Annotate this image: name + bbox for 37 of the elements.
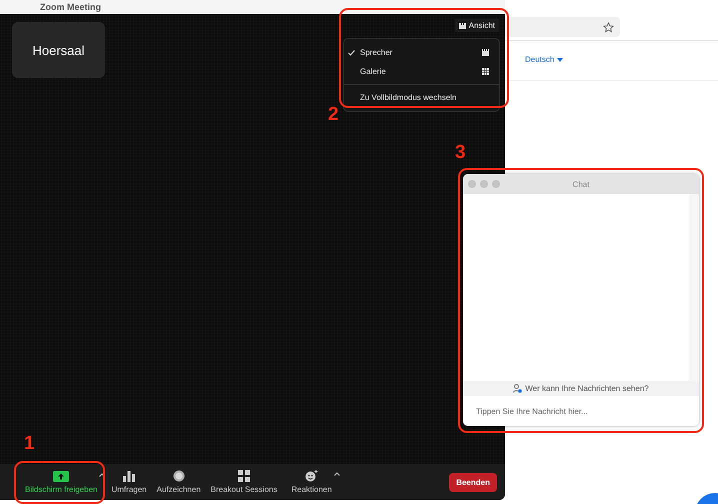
chat-title: Chat [572, 180, 590, 188]
annotation-number: 2 [328, 104, 339, 126]
chat-input-field[interactable]: Tippen Sie Ihre Nachricht hier... [463, 396, 699, 426]
zoom-dot-icon[interactable] [492, 180, 500, 188]
bar-chart-icon [123, 470, 136, 482]
minimize-dot-icon[interactable] [480, 180, 488, 188]
view-menu-item[interactable]: Galerie [344, 62, 499, 81]
window-title: Zoom Meeting [40, 2, 101, 12]
caret-icon[interactable] [99, 472, 106, 476]
close-dot-icon[interactable] [468, 180, 476, 188]
privacy-hint[interactable]: Wer kann Ihre Nachrichten sehen? [463, 381, 699, 396]
fullscreen-menu-item[interactable]: Zu Vollbildmodus wechseln [344, 88, 499, 107]
privacy-hint-text: Wer kann Ihre Nachrichten sehen? [525, 384, 649, 393]
view-icon [458, 22, 466, 28]
address-bar[interactable] [505, 17, 620, 37]
speaker-view-icon [482, 49, 489, 56]
end-meeting-button[interactable]: Beenden [449, 472, 497, 492]
toolbar-button[interactable]: Breakout Sessions [206, 470, 282, 494]
annotation-number: 3 [455, 142, 466, 164]
smiley-plus-icon [305, 470, 318, 482]
share-screen-icon [53, 470, 70, 482]
toolbar-button[interactable]: Aufzeichnen [152, 470, 206, 494]
star-icon[interactable] [603, 22, 614, 32]
toolbar-button[interactable]: Reaktionen [282, 470, 341, 494]
caret-icon[interactable] [334, 472, 340, 476]
record-icon [172, 470, 185, 482]
toolbar-button[interactable]: Bildschirm freigeben [16, 470, 106, 494]
language-link[interactable]: Deutsch [525, 55, 563, 64]
grid-icon [238, 470, 250, 482]
toolbar-button[interactable]: Umfragen [106, 470, 152, 494]
annotation-number: 1 [24, 433, 35, 455]
view-menu-item[interactable]: Sprecher [344, 43, 499, 62]
person-icon [513, 384, 522, 393]
dropdown-arrow-icon [556, 58, 563, 62]
gallery-grid-icon [482, 68, 489, 75]
view-button[interactable]: Ansicht [454, 19, 499, 32]
participant-name-tile: Hoersaal [12, 22, 105, 78]
